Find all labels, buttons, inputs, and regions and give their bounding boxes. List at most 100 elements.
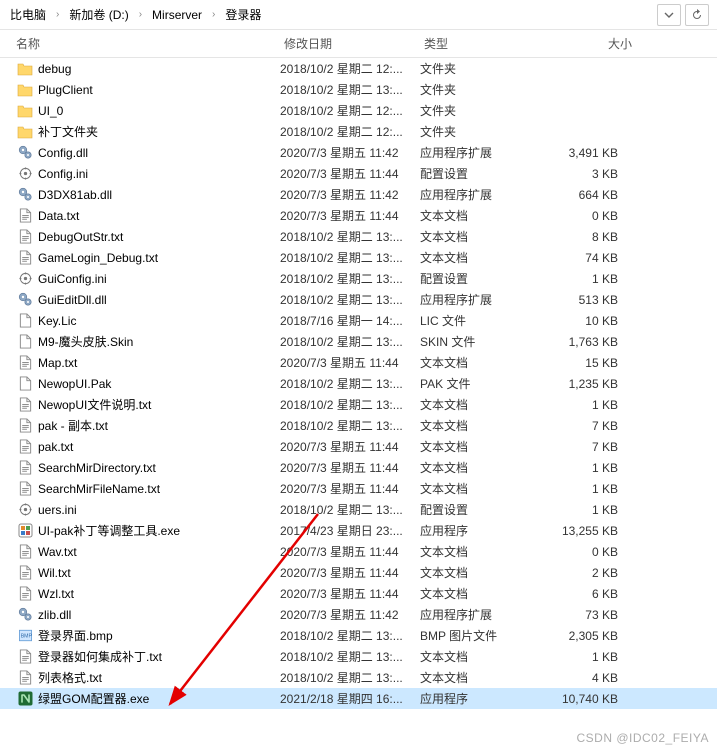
file-row[interactable]: SearchMirDirectory.txt2020/7/3 星期五 11:44…	[0, 457, 717, 478]
file-row[interactable]: UI_02018/10/2 星期二 12:...文件夹	[0, 100, 717, 121]
breadcrumb-item[interactable]: 新加卷 (D:)	[63, 3, 134, 26]
file-type: 文件夹	[420, 81, 538, 98]
file-row[interactable]: M9-魔头皮肤.Skin2018/10/2 星期二 13:...SKIN 文件1…	[0, 331, 717, 352]
file-row[interactable]: NewopUI.Pak2018/10/2 星期二 13:...PAK 文件1,2…	[0, 373, 717, 394]
column-headers: 名称 修改日期 类型 大小	[0, 30, 717, 58]
file-date: 2018/10/2 星期二 13:...	[280, 669, 420, 686]
file-row[interactable]: PlugClient2018/10/2 星期二 13:...文件夹	[0, 79, 717, 100]
file-row[interactable]: GuiConfig.ini2018/10/2 星期二 13:...配置设置1 K…	[0, 268, 717, 289]
file-row[interactable]: 补丁文件夹2018/10/2 星期二 12:...文件夹	[0, 121, 717, 142]
file-row[interactable]: NewopUI文件说明.txt2018/10/2 星期二 13:...文本文档1…	[0, 394, 717, 415]
breadcrumb-item[interactable]: 登录器	[219, 3, 267, 26]
file-row[interactable]: 列表格式.txt2018/10/2 星期二 13:...文本文档4 KB	[0, 667, 717, 688]
dll-icon	[16, 187, 34, 203]
file-name: NewopUI.Pak	[34, 377, 280, 391]
file-size: 6 KB	[538, 587, 628, 601]
file-name: Data.txt	[34, 209, 280, 223]
file-size: 10,740 KB	[538, 692, 628, 706]
file-name: UI_0	[34, 104, 280, 118]
file-date: 2020/7/3 星期五 11:44	[280, 354, 420, 371]
file-row[interactable]: Map.txt2020/7/3 星期五 11:44文本文档15 KB	[0, 352, 717, 373]
file-row[interactable]: Wav.txt2020/7/3 星期五 11:44文本文档0 KB	[0, 541, 717, 562]
column-type[interactable]: 类型	[424, 31, 542, 56]
dropdown-button[interactable]	[657, 4, 681, 26]
folder-icon	[16, 82, 34, 98]
file-name: NewopUI文件说明.txt	[34, 396, 280, 413]
file-date: 2020/7/3 星期五 11:44	[280, 165, 420, 182]
file-row[interactable]: D3DX81ab.dll2020/7/3 星期五 11:42应用程序扩展664 …	[0, 184, 717, 205]
txt-icon	[16, 229, 34, 245]
file-row[interactable]: debug2018/10/2 星期二 12:...文件夹	[0, 58, 717, 79]
column-size[interactable]: 大小	[542, 31, 632, 56]
file-name: Wzl.txt	[34, 587, 280, 601]
file-row[interactable]: 绿盟GOM配置器.exe2021/2/18 星期四 16:...应用程序10,7…	[0, 688, 717, 709]
file-row[interactable]: BMP 登录界面.bmp2018/10/2 星期二 13:...BMP 图片文件…	[0, 625, 717, 646]
file-row[interactable]: UI-pak补丁等调整工具.exe2017/4/23 星期日 23:...应用程…	[0, 520, 717, 541]
file-size: 15 KB	[538, 356, 628, 370]
file-date: 2018/10/2 星期二 13:...	[280, 648, 420, 665]
file-size: 1 KB	[538, 650, 628, 664]
file-size: 3 KB	[538, 167, 628, 181]
ini-icon	[16, 271, 34, 287]
column-date[interactable]: 修改日期	[284, 31, 424, 56]
file-size: 3,491 KB	[538, 146, 628, 160]
file-date: 2020/7/3 星期五 11:44	[280, 438, 420, 455]
file-name: uers.ini	[34, 503, 280, 517]
file-row[interactable]: zlib.dll2020/7/3 星期五 11:42应用程序扩展73 KB	[0, 604, 717, 625]
file-row[interactable]: SearchMirFileName.txt2020/7/3 星期五 11:44文…	[0, 478, 717, 499]
file-row[interactable]: Data.txt2020/7/3 星期五 11:44文本文档0 KB	[0, 205, 717, 226]
txt-icon	[16, 418, 34, 434]
file-row[interactable]: pak - 副本.txt2018/10/2 星期二 13:...文本文档7 KB	[0, 415, 717, 436]
file-type: 应用程序扩展	[420, 606, 538, 623]
file-size: 10 KB	[538, 314, 628, 328]
dll-icon	[16, 607, 34, 623]
file-size: 13,255 KB	[538, 524, 628, 538]
file-name: 登录界面.bmp	[34, 627, 280, 644]
file-row[interactable]: Wil.txt2020/7/3 星期五 11:44文本文档2 KB	[0, 562, 717, 583]
file-row[interactable]: DebugOutStr.txt2018/10/2 星期二 13:...文本文档8…	[0, 226, 717, 247]
file-size: 0 KB	[538, 209, 628, 223]
file-row[interactable]: GuiEditDll.dll2018/10/2 星期二 13:...应用程序扩展…	[0, 289, 717, 310]
file-type: 文件夹	[420, 60, 538, 77]
file-size: 513 KB	[538, 293, 628, 307]
file-size: 664 KB	[538, 188, 628, 202]
file-type: 文本文档	[420, 459, 538, 476]
svg-text:BMP: BMP	[20, 634, 31, 640]
file-row[interactable]: Key.Lic2018/7/16 星期一 14:...LIC 文件10 KB	[0, 310, 717, 331]
bmp-icon: BMP	[16, 628, 34, 644]
file-date: 2018/7/16 星期一 14:...	[280, 312, 420, 329]
breadcrumb-item[interactable]: 比电脑	[4, 3, 52, 26]
file-type: 文本文档	[420, 648, 538, 665]
file-icon	[16, 313, 34, 329]
file-type: 文本文档	[420, 249, 538, 266]
file-date: 2018/10/2 星期二 13:...	[280, 81, 420, 98]
file-type: PAK 文件	[420, 375, 538, 392]
breadcrumb-item[interactable]: Mirserver	[146, 5, 208, 25]
txt-icon	[16, 649, 34, 665]
file-row[interactable]: GameLogin_Debug.txt2018/10/2 星期二 13:...文…	[0, 247, 717, 268]
file-date: 2018/10/2 星期二 13:...	[280, 417, 420, 434]
file-type: 配置设置	[420, 270, 538, 287]
exe-green-icon	[16, 691, 34, 707]
file-date: 2018/10/2 星期二 13:...	[280, 396, 420, 413]
file-name: 绿盟GOM配置器.exe	[34, 690, 280, 707]
file-row[interactable]: 登录器如何集成补丁.txt2018/10/2 星期二 13:...文本文档1 K…	[0, 646, 717, 667]
file-size: 8 KB	[538, 230, 628, 244]
txt-icon	[16, 460, 34, 476]
file-date: 2020/7/3 星期五 11:44	[280, 564, 420, 581]
file-row[interactable]: uers.ini2018/10/2 星期二 13:...配置设置1 KB	[0, 499, 717, 520]
file-name: Config.ini	[34, 167, 280, 181]
refresh-button[interactable]	[685, 4, 709, 26]
file-name: zlib.dll	[34, 608, 280, 622]
file-row[interactable]: Config.dll2020/7/3 星期五 11:42应用程序扩展3,491 …	[0, 142, 717, 163]
file-date: 2018/10/2 星期二 13:...	[280, 270, 420, 287]
file-name: GameLogin_Debug.txt	[34, 251, 280, 265]
file-row[interactable]: Wzl.txt2020/7/3 星期五 11:44文本文档6 KB	[0, 583, 717, 604]
txt-icon	[16, 208, 34, 224]
file-row[interactable]: pak.txt2020/7/3 星期五 11:44文本文档7 KB	[0, 436, 717, 457]
column-name[interactable]: 名称	[16, 31, 284, 56]
file-size: 1 KB	[538, 503, 628, 517]
file-row[interactable]: Config.ini2020/7/3 星期五 11:44配置设置3 KB	[0, 163, 717, 184]
ini-icon	[16, 166, 34, 182]
file-name: PlugClient	[34, 83, 280, 97]
